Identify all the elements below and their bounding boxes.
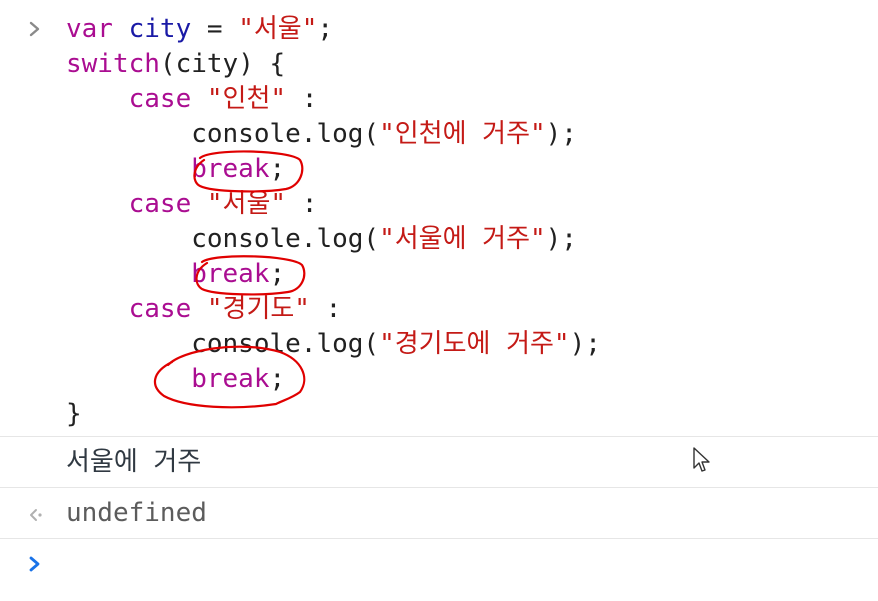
code-line: break; xyxy=(66,362,285,397)
console-result-entry: undefined xyxy=(0,488,878,539)
code-token: "서울" xyxy=(238,14,318,44)
code-line: console.log("인천에 거주"); xyxy=(66,117,577,152)
code-token: : xyxy=(309,294,342,324)
code-line: break; xyxy=(66,257,285,292)
code-line: var city = "서울"; xyxy=(66,12,333,47)
code-token: "서울에 거주" xyxy=(379,224,546,254)
code-token: "경기도" xyxy=(206,294,310,324)
code-token: "서울" xyxy=(206,189,287,219)
code-token: var xyxy=(66,14,113,44)
code-token: : xyxy=(286,84,318,114)
code-token: "경기도에 거주" xyxy=(379,329,570,359)
console-log-entry: 서울에 거주 xyxy=(0,437,878,488)
result-arrow-icon xyxy=(22,502,48,528)
code-token: break xyxy=(66,364,270,394)
log-message: 서울에 거주 xyxy=(66,447,202,477)
code-token: = xyxy=(191,14,239,44)
code-line: case "서울" : xyxy=(66,187,318,222)
code-token: ; xyxy=(269,154,286,184)
code-token: ); xyxy=(545,224,577,254)
result-value: undefined xyxy=(66,498,207,528)
code-token: "인천에 거주" xyxy=(379,119,546,149)
console-prompt[interactable] xyxy=(0,539,878,601)
code-token: } xyxy=(66,399,82,429)
code-token: console.log( xyxy=(66,119,380,149)
code-line: } xyxy=(66,397,82,432)
code-line: break; xyxy=(66,152,285,187)
code-token: ); xyxy=(545,119,577,149)
code-token: ); xyxy=(569,329,601,359)
console-input-entry: var city = "서울"; switch(city) { case "인천"… xyxy=(0,0,878,437)
code-token: (city) { xyxy=(159,49,286,79)
code-token: ; xyxy=(317,14,334,44)
code-token: console.log( xyxy=(66,329,380,359)
code-token: ; xyxy=(269,259,286,289)
code-token: city xyxy=(128,14,192,44)
code-token: switch xyxy=(66,49,160,79)
code-token: : xyxy=(286,189,318,219)
chevron-right-icon xyxy=(22,551,48,577)
chevron-right-icon xyxy=(22,16,48,42)
code-token: case xyxy=(66,84,207,114)
code-token: break xyxy=(66,154,270,184)
code-token: case xyxy=(66,189,207,219)
mouse-cursor-icon xyxy=(692,446,714,476)
code-line: case "경기도" : xyxy=(66,292,342,327)
console-panel: var city = "서울"; switch(city) { case "인천"… xyxy=(0,0,878,601)
code-token: "인천" xyxy=(206,84,287,114)
code-line: console.log("경기도에 거주"); xyxy=(66,327,601,362)
code-line: switch(city) { xyxy=(66,47,285,82)
code-token: case xyxy=(66,294,207,324)
code-token: break xyxy=(66,259,270,289)
code-line: console.log("서울에 거주"); xyxy=(66,222,577,257)
code-token: console.log( xyxy=(66,224,380,254)
code-token: ; xyxy=(269,364,286,394)
code-line: case "인천" : xyxy=(66,82,318,117)
